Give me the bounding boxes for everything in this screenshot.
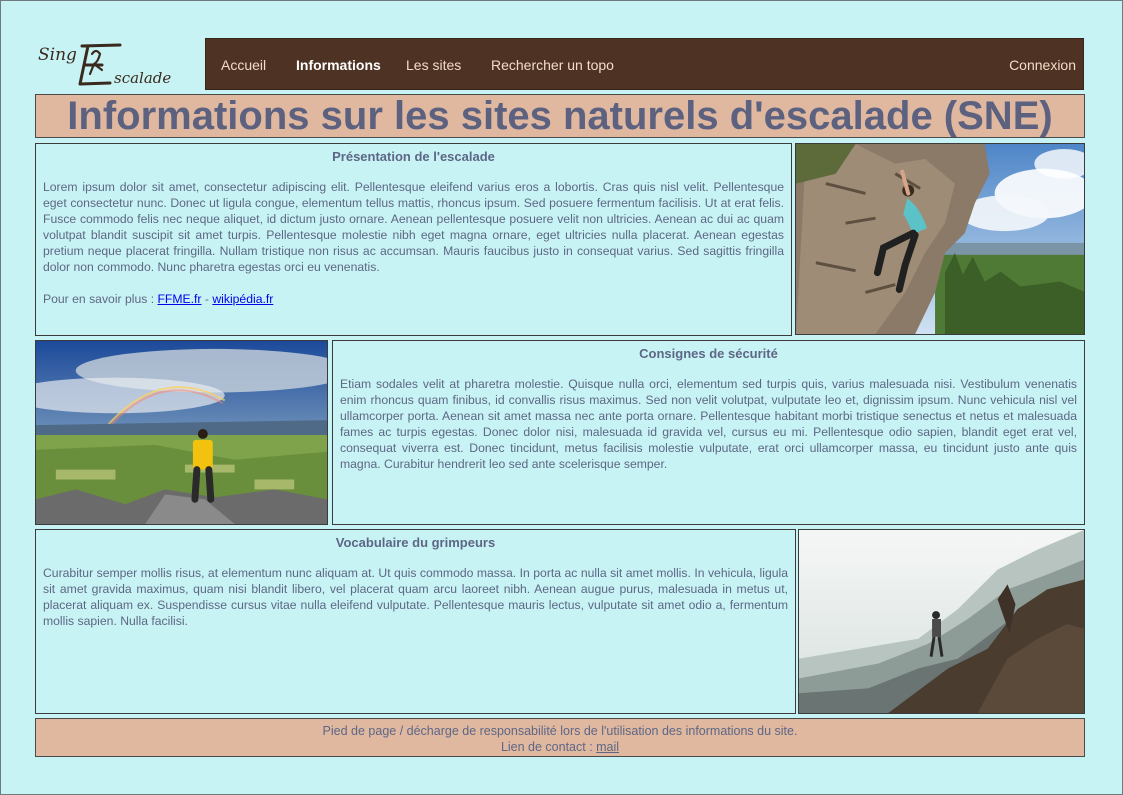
link-wikipedia[interactable]: wikipédia.fr: [212, 292, 273, 306]
section-title-vocabulaire: Vocabulaire du grimpeurs: [335, 535, 496, 550]
section-presentation: Présentation de l'escalade Lorem ipsum d…: [35, 143, 792, 336]
nav-connexion[interactable]: Connexion: [1009, 39, 1076, 91]
section-text-securite: Etiam sodales velit at pharetra molestie…: [340, 377, 1077, 471]
page-title: Informations sur les sites naturels d'es…: [67, 94, 1053, 138]
section-text-presentation: Lorem ipsum dolor sit amet, consectetur …: [43, 180, 784, 274]
more-info-label: Pour en savoir plus :: [43, 292, 158, 306]
section-text-vocabulaire: Curabitur semper mollis risus, at elemen…: [43, 566, 788, 628]
nav-rechercher-topo[interactable]: Rechercher un topo: [491, 39, 614, 91]
photo-rainbow-landscape: [35, 340, 328, 525]
link-separator: -: [201, 292, 213, 306]
section-title-presentation: Présentation de l'escalade: [332, 149, 495, 164]
main-nav: Accueil Informations Les sites Recherche…: [205, 38, 1084, 90]
section-vocabulaire: Vocabulaire du grimpeurs Curabitur sempe…: [35, 529, 796, 714]
svg-text:Sing: Sing: [38, 45, 77, 65]
site-logo[interactable]: Sing scalade: [36, 40, 204, 88]
link-ffme[interactable]: FFME.fr: [157, 292, 201, 306]
nav-accueil[interactable]: Accueil: [221, 39, 266, 91]
more-info-line: Pour en savoir plus : FFME.fr - wikipédi…: [43, 291, 784, 307]
page-title-bar: Informations sur les sites naturels d'es…: [35, 94, 1085, 138]
page-footer: Pied de page / décharge de responsabilit…: [35, 718, 1085, 757]
footer-contact-line: Lien de contact : mail: [36, 739, 1084, 755]
section-securite: Consignes de sécurité Etiam sodales veli…: [332, 340, 1085, 525]
photo-mountain-climbers: [798, 529, 1085, 714]
svg-text:scalade: scalade: [114, 69, 171, 87]
nav-informations[interactable]: Informations: [296, 39, 381, 91]
nav-les-sites[interactable]: Les sites: [406, 39, 461, 91]
footer-contact-label: Lien de contact :: [500, 740, 597, 754]
footer-disclaimer: Pied de page / décharge de responsabilit…: [322, 724, 798, 738]
section-title-securite: Consignes de sécurité: [639, 346, 778, 361]
photo-climber-rock: [795, 143, 1085, 335]
footer-mail-link[interactable]: mail: [596, 740, 619, 754]
